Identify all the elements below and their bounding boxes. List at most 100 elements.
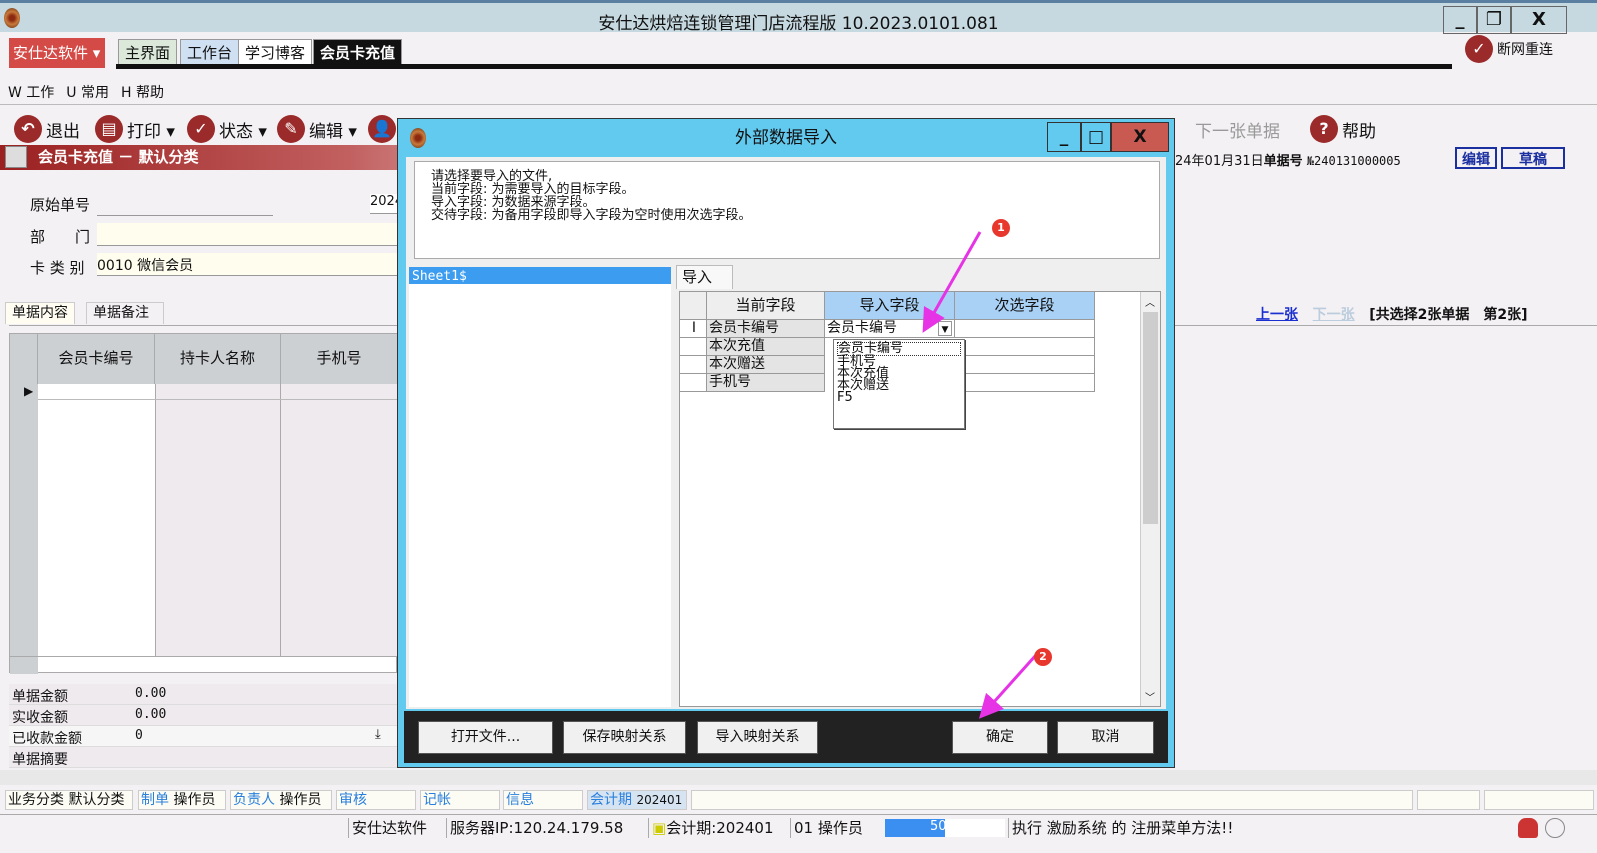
check-icon: ✓ (187, 115, 215, 143)
dropdown-option[interactable]: F5 (837, 391, 961, 404)
received-amount-input[interactable]: 0 (135, 728, 143, 743)
pencil-icon: ✎ (277, 115, 305, 143)
exit-button[interactable]: ↶ 退出 (14, 114, 80, 144)
status-owner: 负责人 操作员 (230, 790, 332, 810)
brand-menu-button[interactable]: 安仕达软件 ▾ (9, 38, 105, 68)
reconnect-button[interactable]: ✓ 断网重连 (1465, 35, 1553, 63)
menu-help[interactable]: H 帮助 (121, 85, 164, 101)
owner-label: 负责人 (233, 792, 275, 808)
dialog-logo-icon (410, 128, 426, 148)
instruction-line: 交待字段: 为备用字段即导入字段为空时使用次选字段。 (431, 208, 752, 223)
status-empty (691, 790, 1413, 810)
dialog-button-bar: 打开文件... 保存映射关系 导入映射关系 确定 取消 (404, 711, 1168, 763)
tab-doc-notes[interactable]: 单据备注 (86, 302, 164, 324)
dropdown-option[interactable]: 本次赠送 (837, 379, 961, 392)
down-arrow-icon[interactable]: ⤓ (375, 727, 381, 742)
sheet-list[interactable]: Sheet1$ (409, 267, 671, 707)
instructions: 请选择要导入的文件, 当前字段: 为需要导入的目标字段。 导入字段: 为数据来源… (414, 161, 1160, 259)
tab-main[interactable]: 主界面 (118, 39, 178, 67)
status-empty (1417, 790, 1480, 810)
orig-no-input[interactable] (97, 196, 273, 216)
close-button[interactable]: X (1511, 6, 1567, 34)
col-phone[interactable]: 手机号 (281, 334, 398, 384)
status-empty (1484, 790, 1594, 810)
status-audit: 审核 (336, 790, 416, 810)
summary-label: 实收金额 (12, 710, 68, 726)
save-mapping-button[interactable]: 保存映射关系 (563, 721, 686, 754)
minimize-button[interactable]: _ (1443, 6, 1477, 34)
summary-label: 已收款金额 (12, 731, 82, 747)
dialog-minimize-button[interactable]: _ (1047, 122, 1081, 152)
dept-input[interactable] (97, 223, 397, 246)
import-dialog: 外部数据导入 _ □ X 请选择要导入的文件, 当前字段: 为需要导入的目标字段… (397, 118, 1175, 768)
tab-import[interactable]: 导入 (676, 265, 734, 289)
col-current-field[interactable]: 当前字段 (707, 292, 825, 320)
menu-work[interactable]: W 工作 (8, 85, 54, 101)
period-label: 会计期 (590, 792, 632, 808)
summary-row: 单据金额 0.00 (9, 684, 397, 705)
summary-label: 单据摘要 (12, 752, 68, 768)
user-button[interactable]: 👤 (368, 114, 400, 144)
chevron-down-icon[interactable]: ▼ (938, 321, 952, 336)
current-row-indicator-icon: ▶ (24, 384, 34, 398)
tab-member-recharge[interactable]: 会员卡充值 (313, 39, 403, 67)
col-alt-field[interactable]: 次选字段 (955, 292, 1095, 320)
qq-icon[interactable] (1518, 818, 1538, 838)
cancel-button[interactable]: 取消 (1057, 721, 1154, 754)
sheet-item[interactable]: Sheet1$ (409, 267, 671, 284)
scroll-down-icon[interactable]: ﹀ (1145, 689, 1155, 704)
tab-blog[interactable]: 学习博客 (238, 39, 313, 67)
detail-grid[interactable]: 会员卡编号 持卡人名称 手机号 ▶ (9, 333, 398, 674)
next-doc-button[interactable]: 下一张单据 (1195, 114, 1280, 144)
prev-link[interactable]: 上一张 (1256, 307, 1298, 323)
vertical-scrollbar[interactable]: ︿ ﹀ (1140, 292, 1160, 706)
reconnect-label: 断网重连 (1497, 42, 1553, 58)
help-button[interactable]: ? 帮助 (1310, 114, 1376, 144)
summary-row: 已收款金额 0 ⤓ (9, 726, 397, 747)
summary-row: 单据摘要 (9, 747, 397, 768)
col-holder-name[interactable]: 持卡人名称 (155, 334, 281, 384)
alt-field-cell[interactable] (955, 374, 1095, 392)
status-category: 业务分类 默认分类 (5, 790, 133, 810)
date-input[interactable]: 2024 (370, 194, 403, 214)
title-bar: 安仕达烘焙连锁管理门店流程版 10.2023.0101.081 _ ❐ X (0, 0, 1597, 34)
dialog-maximize-button[interactable]: □ (1081, 122, 1111, 152)
status-button[interactable]: ✓ 状态 ▾ (187, 114, 267, 144)
open-file-button[interactable]: 打开文件... (418, 721, 553, 754)
alt-field-cell[interactable] (955, 338, 1095, 356)
card-type-input[interactable]: 0010 微信会员 (97, 253, 397, 276)
import-field-select[interactable]: 会员卡编号 ▼ (825, 320, 955, 338)
status-message: 执行 激励系统 的 注册菜单方法!! (1008, 818, 1236, 838)
edit-mode-badge[interactable]: 编辑 (1455, 147, 1497, 169)
edit-button[interactable]: ✎ 编辑 ▾ (277, 114, 357, 144)
ok-button[interactable]: 确定 (952, 721, 1048, 754)
next-link[interactable]: 下一张 (1313, 307, 1355, 323)
import-mapping-button[interactable]: 导入映射关系 (697, 721, 818, 754)
draft-badge[interactable]: 草稿 (1501, 147, 1565, 169)
calendar-icon: ▣ (652, 819, 667, 837)
tab-doc-content[interactable]: 单据内容 (5, 302, 75, 324)
tab-workbench[interactable]: 工作台 (180, 39, 240, 67)
orig-no-label: 原始单号 (30, 196, 91, 214)
col-card-no[interactable]: 会员卡编号 (38, 334, 155, 384)
annotation-badge-2: 2 (1034, 648, 1052, 666)
dialog-close-button[interactable]: X (1111, 122, 1169, 152)
menu-common[interactable]: U 常用 (66, 85, 109, 101)
restore-button[interactable]: ❐ (1477, 6, 1511, 34)
print-button[interactable]: ▤ 打印 ▾ (95, 114, 175, 144)
scrollbar-thumb[interactable] (1143, 312, 1158, 524)
maker-value: 操作员 (173, 792, 216, 808)
status-server: 服务器IP:120.24.179.58 (446, 818, 626, 838)
edit-label: 编辑 ▾ (309, 121, 357, 142)
import-field-dropdown[interactable]: 会员卡编号 手机号 本次充值 本次赠送 F5 (833, 339, 965, 429)
tray-icon[interactable] (1545, 818, 1565, 838)
menu-bar: W 工作 U 常用 H 帮助 (8, 82, 176, 102)
help-label: 帮助 (1342, 121, 1376, 142)
alt-field-cell[interactable] (955, 356, 1095, 374)
current-field-cell: 手机号 (707, 374, 825, 392)
import-field-value: 会员卡编号 (827, 320, 897, 336)
scroll-up-icon[interactable]: ︿ (1145, 294, 1155, 309)
alt-field-cell[interactable] (955, 320, 1095, 338)
col-import-field[interactable]: 导入字段 (825, 292, 955, 320)
current-field-cell: 本次赠送 (707, 356, 825, 374)
